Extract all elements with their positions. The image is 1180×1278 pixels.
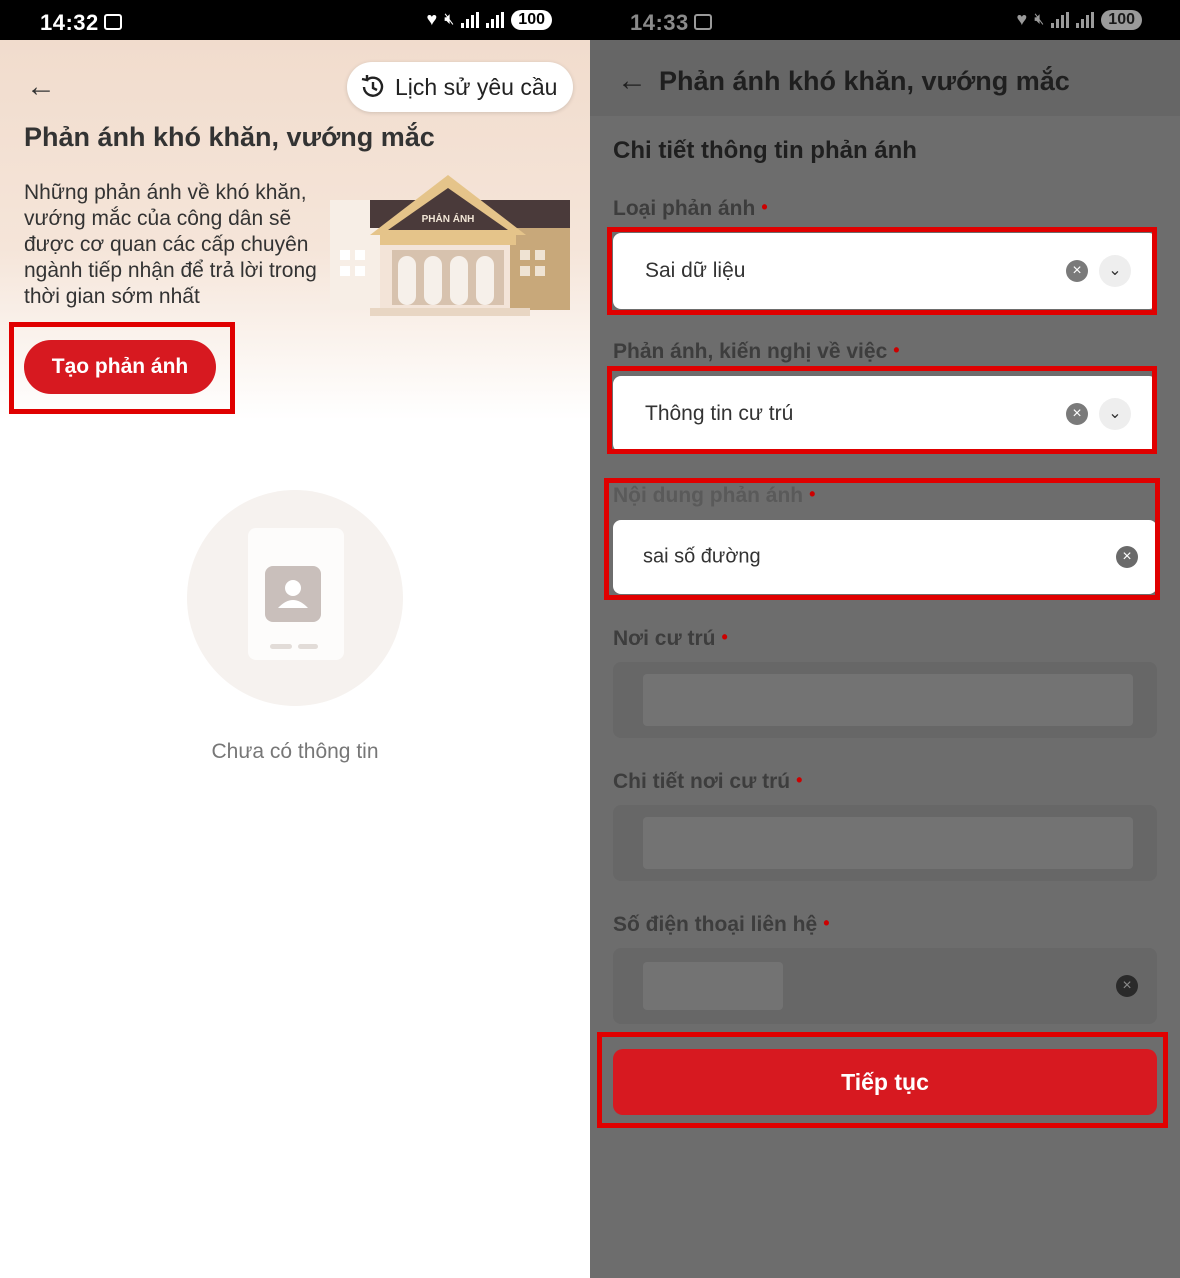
clear-x-icon[interactable]: × [1116, 975, 1138, 997]
empty-state-text: Chưa có thông tin [211, 740, 379, 763]
request-history-label: Lịch sử yêu cầu [395, 73, 558, 100]
mute-icon: 🔇︎ [444, 10, 455, 28]
request-history-button[interactable]: Lịch sử yêu cầu [347, 62, 573, 112]
page-description: Những phản ánh về khó khăn, vướng mắc củ… [24, 181, 317, 308]
back-arrow-icon[interactable]: ← [617, 66, 647, 96]
highlight-box [604, 478, 1160, 600]
history-clock-icon [361, 75, 384, 97]
blurred-value [643, 962, 783, 1010]
signal-icon-2 [1076, 11, 1095, 28]
page-title: Phản ánh khó khăn, vướng mắc [24, 122, 435, 152]
battery-icon: 100 [1101, 9, 1142, 30]
phone-field[interactable]: × [613, 948, 1157, 1024]
highlight-box [9, 322, 235, 414]
subject-label: Phản ánh, kiến nghị về việc • [613, 340, 900, 363]
highlight-box [597, 1032, 1168, 1128]
status-time: 14:33 [630, 10, 689, 35]
residence-field[interactable] [613, 662, 1157, 738]
building-illustration: PHẢN ÁNH [330, 175, 570, 316]
status-time: 14:32 [40, 10, 99, 35]
signal-icon [461, 11, 480, 28]
mute-icon: 🔇︎ [1034, 10, 1045, 28]
signal-icon [1051, 11, 1070, 28]
status-bar: 14:33 ♥ 🔇︎ 100 [590, 0, 1180, 40]
status-icons: ♥ 🔇︎ 100 [427, 9, 552, 30]
section-title: Chi tiết thông tin phản ánh [613, 137, 917, 164]
signal-icon-2 [486, 11, 505, 28]
screen-left: 14:32 ♥ 🔇︎ 100 ← Lịch sử yêu cầu Phản án… [0, 0, 590, 1278]
screenshot-icon [694, 14, 712, 30]
status-bar: 14:32 ♥ 🔇︎ 100 [0, 0, 590, 40]
blurred-value [643, 674, 1133, 726]
heart-icon: ♥ [1016, 9, 1028, 29]
empty-state-avatar-icon [265, 566, 321, 622]
screen-right: 14:33 ♥ 🔇︎ 100 ← Phản ánh khó khăn, vướn… [590, 0, 1180, 1278]
back-arrow-icon[interactable]: ← [26, 72, 56, 102]
illustration-sign: PHẢN ÁNH [422, 212, 475, 225]
empty-state-line [270, 644, 292, 649]
type-label: Loại phản ánh • [613, 197, 768, 220]
blurred-value [643, 817, 1133, 869]
highlight-box [607, 366, 1157, 454]
empty-state-line [298, 644, 318, 649]
status-icons: ♥ 🔇︎ 100 [1017, 9, 1142, 30]
heart-icon: ♥ [426, 9, 438, 29]
phone-label: Số điện thoại liên hệ • [613, 913, 830, 936]
residence-label: Nơi cư trú • [613, 627, 728, 650]
page-title: Phản ánh khó khăn, vướng mắc [659, 66, 1070, 96]
battery-icon: 100 [511, 9, 552, 30]
screenshot-icon [104, 14, 122, 30]
residence-detail-field[interactable] [613, 805, 1157, 881]
residence-detail-label: Chi tiết nơi cư trú • [613, 770, 803, 793]
highlight-box [607, 227, 1157, 315]
